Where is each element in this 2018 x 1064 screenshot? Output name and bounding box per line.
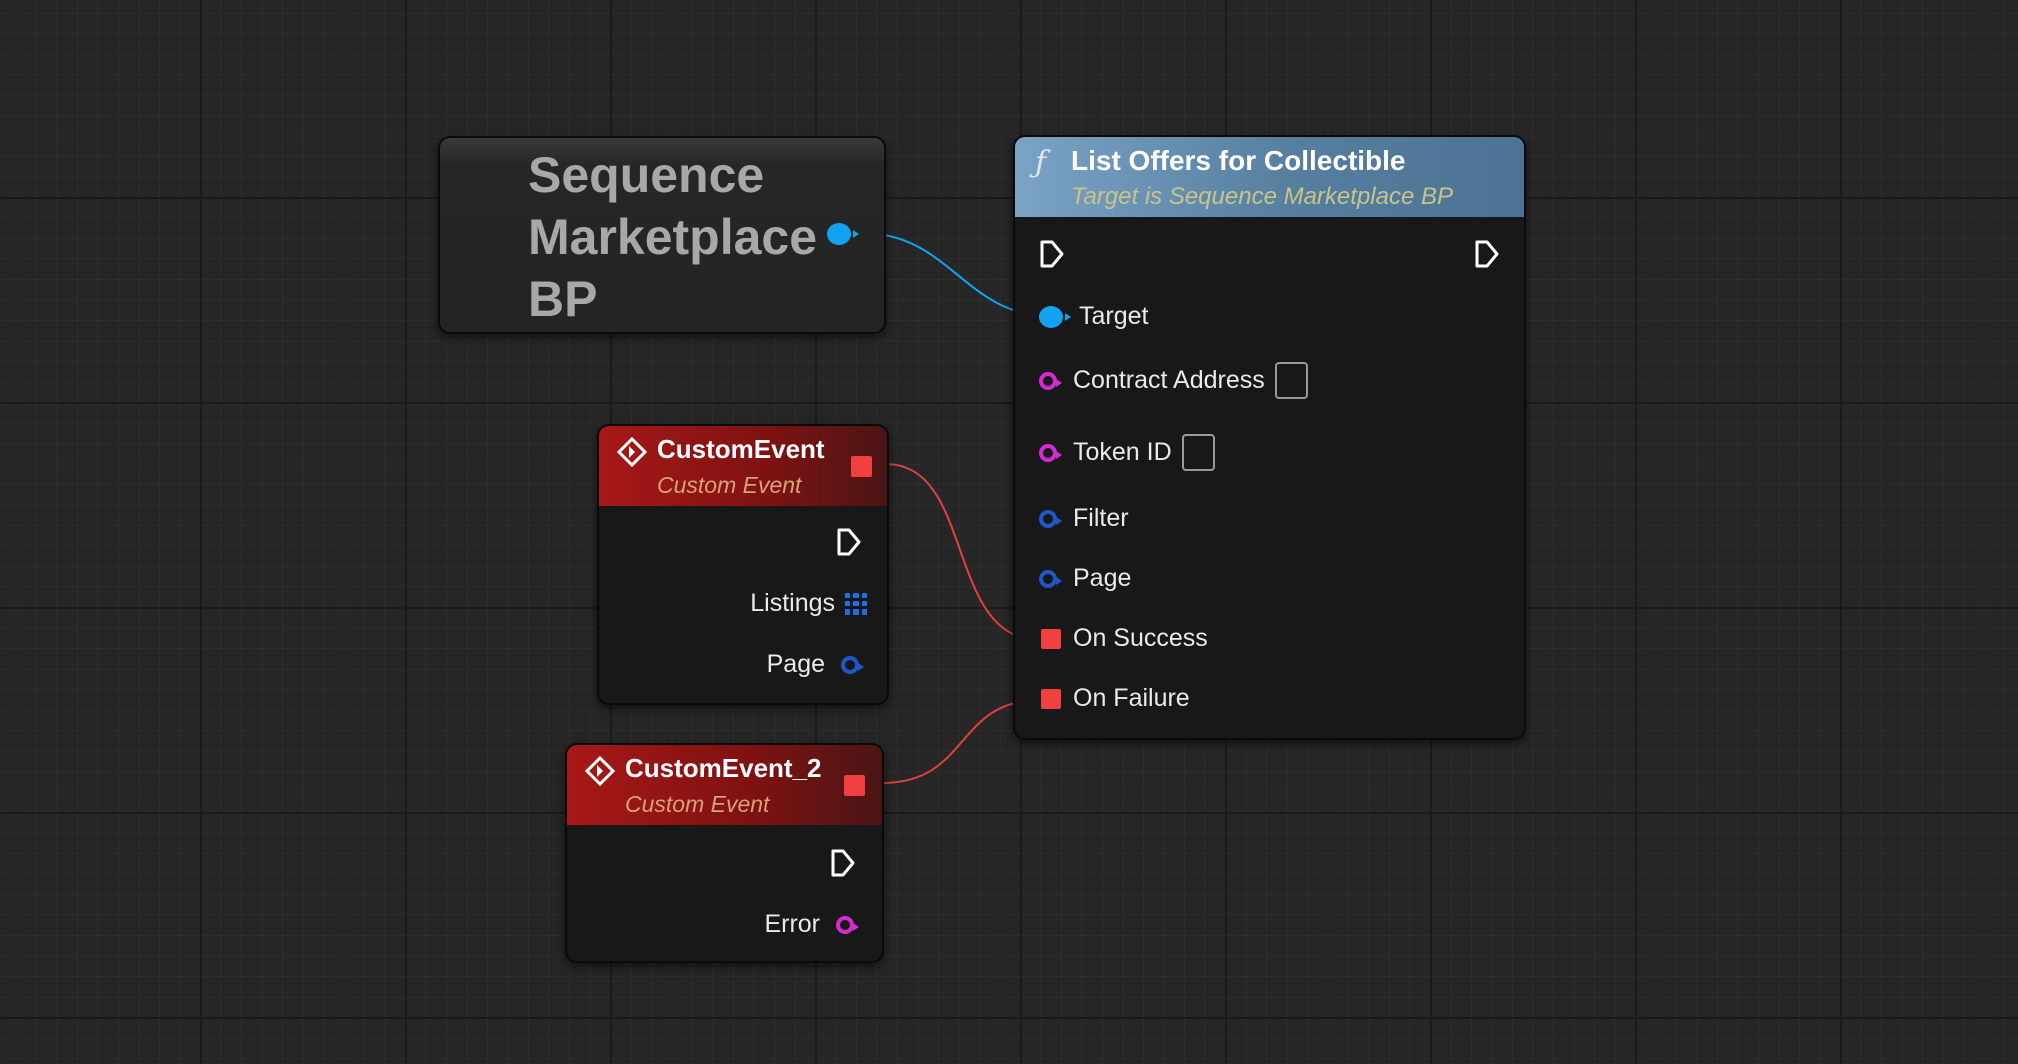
node-subtitle: Custom Event bbox=[625, 791, 770, 817]
output-object-pin[interactable] bbox=[827, 223, 859, 245]
node-title: List Offers for Collectible bbox=[1071, 145, 1406, 176]
custom-event-node[interactable]: CustomEvent Custom Event Listings Page bbox=[597, 424, 889, 705]
pin-contract-address[interactable]: Contract Address bbox=[1039, 362, 1308, 399]
string-pin-icon[interactable] bbox=[836, 915, 859, 934]
pin-label: Token ID bbox=[1073, 438, 1172, 466]
pin-label: Target bbox=[1079, 302, 1149, 330]
token-id-input[interactable] bbox=[1181, 434, 1215, 471]
custom-event-2-node[interactable]: CustomEvent_2 Custom Event Error bbox=[565, 743, 884, 963]
pin-label: Contract Address bbox=[1073, 366, 1265, 394]
event-delegate-pin-icon[interactable] bbox=[1041, 688, 1061, 709]
string-pin-icon[interactable] bbox=[1039, 371, 1062, 390]
event-delegate-pin-icon[interactable] bbox=[844, 775, 865, 796]
pin-label: Listings bbox=[750, 589, 835, 617]
string-pin-icon[interactable] bbox=[1039, 443, 1062, 462]
object-pin-icon[interactable] bbox=[1039, 305, 1071, 328]
array-pin-icon[interactable] bbox=[845, 592, 867, 615]
exec-out-pin[interactable] bbox=[1474, 239, 1500, 269]
function-icon: ƒ bbox=[1035, 145, 1047, 180]
event-delegate-pin-icon[interactable] bbox=[1041, 628, 1061, 649]
pin-label: Page bbox=[1073, 564, 1132, 592]
pin-page[interactable]: Page bbox=[1039, 564, 1131, 593]
pin-target[interactable]: Target bbox=[1039, 302, 1148, 331]
pin-label: Filter bbox=[1073, 504, 1129, 532]
struct-pin-icon[interactable] bbox=[1039, 509, 1062, 528]
connection-wires bbox=[861, 232, 1051, 784]
struct-pin-icon[interactable] bbox=[1039, 569, 1062, 588]
node-header: CustomEvent Custom Event bbox=[599, 426, 887, 506]
pin-label: Error bbox=[764, 910, 820, 938]
node-title: CustomEvent_2 bbox=[625, 753, 822, 783]
pin-label: On Success bbox=[1073, 624, 1208, 652]
event-diamond-icon bbox=[585, 756, 615, 786]
pin-listings[interactable]: Listings bbox=[750, 589, 867, 618]
pin-page[interactable]: Page bbox=[766, 650, 864, 679]
pin-token-id[interactable]: Token ID bbox=[1039, 434, 1215, 471]
exec-out-pin[interactable] bbox=[836, 527, 862, 557]
node-title: CustomEvent bbox=[657, 434, 825, 464]
pin-label: Page bbox=[766, 650, 825, 678]
exec-in-pin[interactable] bbox=[1039, 239, 1065, 269]
event-diamond-icon bbox=[617, 437, 647, 467]
list-offers-node[interactable]: ƒ List Offers for Collectible Target is … bbox=[1013, 135, 1526, 740]
pin-label: On Failure bbox=[1073, 684, 1190, 712]
event-delegate-pin-icon[interactable] bbox=[851, 456, 872, 477]
struct-pin-icon[interactable] bbox=[841, 655, 864, 674]
node-subtitle: Custom Event bbox=[657, 472, 802, 498]
pin-on-failure[interactable]: On Failure bbox=[1041, 684, 1190, 713]
pin-filter[interactable]: Filter bbox=[1039, 504, 1129, 533]
contract-address-input[interactable] bbox=[1274, 362, 1308, 399]
pin-error[interactable]: Error bbox=[764, 910, 859, 939]
marketplace-reference-node[interactable]: Sequence Marketplace BP bbox=[438, 136, 886, 334]
node-header: ƒ List Offers for Collectible Target is … bbox=[1015, 137, 1524, 217]
pin-on-success[interactable]: On Success bbox=[1041, 624, 1208, 653]
node-title: Sequence Marketplace BP bbox=[528, 147, 818, 327]
exec-out-pin[interactable] bbox=[830, 848, 856, 878]
node-header: CustomEvent_2 Custom Event bbox=[567, 745, 882, 825]
node-subtitle: Target is Sequence Marketplace BP bbox=[1071, 183, 1453, 210]
